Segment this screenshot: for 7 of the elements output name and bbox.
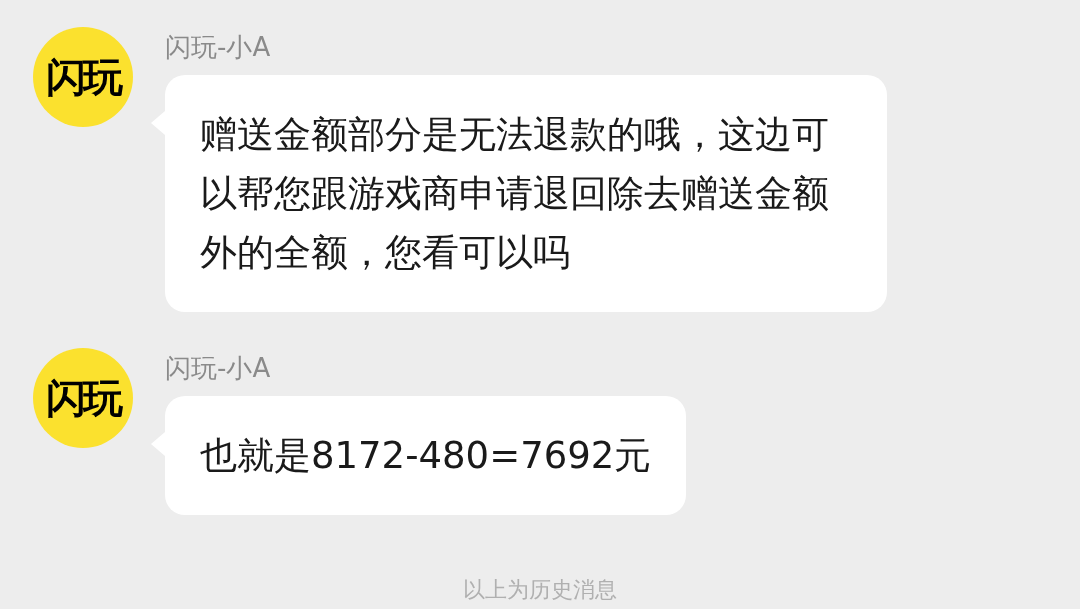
avatar-logo-text: 闪玩: [46, 374, 120, 423]
avatar-logo-text: 闪玩: [46, 53, 120, 102]
message-text: 赠送金额部分是无法退款的哦，这边可以帮您跟游戏商申请退回除去赠送金额外的全额，您看可以吗: [200, 112, 830, 276]
history-notice: 以上为历史消息: [463, 576, 617, 604]
sender-name: 闪玩-小A: [165, 31, 272, 64]
message-text: 也就是8172-480=7692元: [200, 433, 652, 479]
sender-name: 闪玩-小A: [165, 352, 272, 385]
